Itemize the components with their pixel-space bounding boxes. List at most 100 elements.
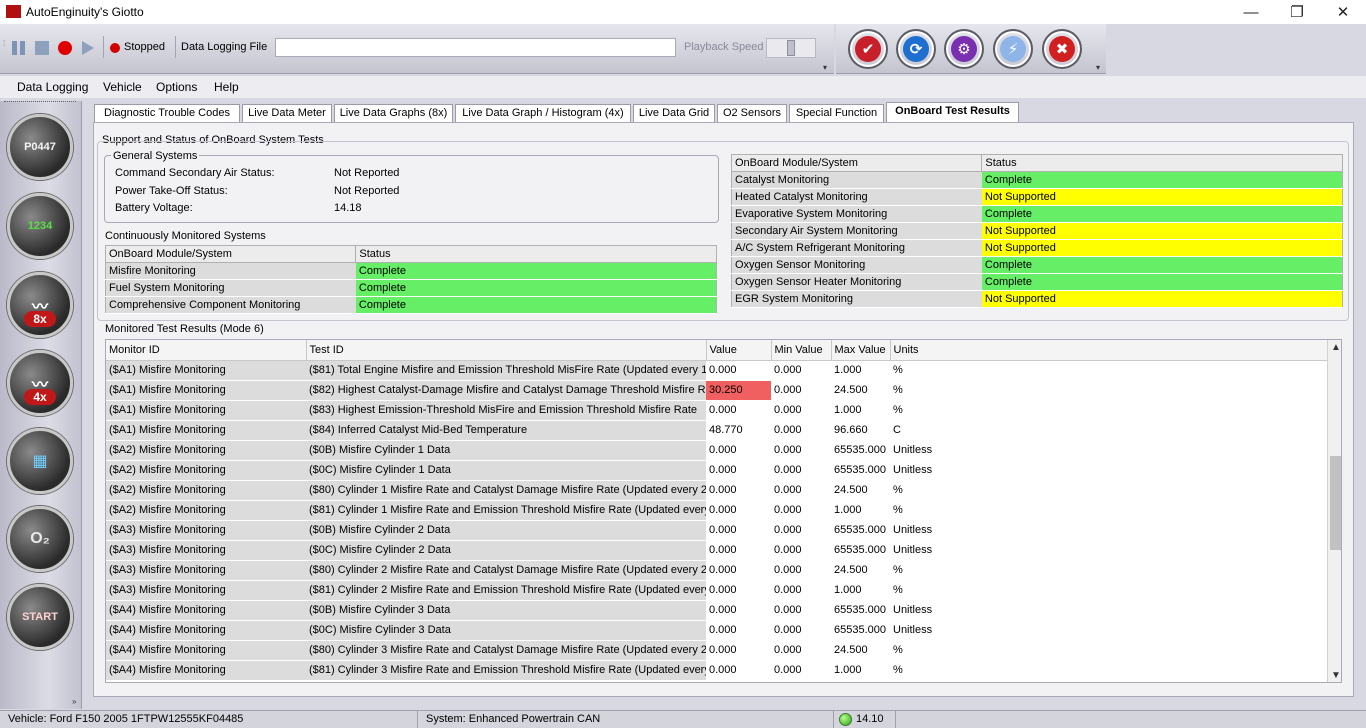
playback-speed-thumb[interactable] [787,40,795,56]
column-header-module[interactable]: OnBoard Module/System [731,154,983,172]
table-row[interactable]: ($A1) Misfire Monitoring ($82) Highest Ca… [106,380,1327,401]
tab-live-data-graphs-8x[interactable]: Live Data Graphs (8x) [334,104,453,122]
tab-special-function[interactable]: Special Function [789,104,884,122]
table-row[interactable]: Fuel System Monitoring Complete [105,279,717,297]
scrollbar-thumb[interactable] [1330,456,1341,550]
table-row[interactable]: Misfire Monitoring Complete [105,262,717,280]
tab-diagnostic-trouble-codes[interactable]: Diagnostic Trouble Codes [94,104,240,122]
table-row[interactable]: ($A4) Misfire Monitoring ($0B) Misfire Cy… [106,600,1327,621]
units-cell: Unitless [890,460,1327,481]
table-row[interactable]: ($A3) Misfire Monitoring ($80) Cylinder 2… [106,560,1327,581]
results-scrollbar[interactable]: ▲ ▼ [1327,340,1341,682]
play-icon[interactable] [82,41,94,55]
live-data-grid-button[interactable]: ▦ [7,428,73,494]
table-row[interactable]: ($A1) Misfire Monitoring ($83) Highest Em… [106,400,1327,421]
status-cell: Complete [355,262,717,280]
table-row[interactable]: ($A3) Misfire Monitoring ($0C) Misfire Cy… [106,540,1327,561]
scroll-up-icon[interactable]: ▲ [1331,342,1341,353]
table-row[interactable]: Comprehensive Component Monitoring Comple… [105,296,717,314]
scroll-down-icon[interactable]: ▼ [1331,670,1341,681]
tab-live-data-grid[interactable]: Live Data Grid [633,104,715,122]
stop-icon[interactable] [35,41,49,55]
graph-4x-button[interactable]: 〰 4x [7,350,73,416]
min-value-cell: 0.000 [771,360,831,381]
vehicle-status: Vehicle: Ford F150 2005 1FTPW12555KF0448… [0,711,418,728]
dtc-button[interactable]: P0447 [7,114,73,180]
min-value-cell: 0.000 [771,640,831,661]
table-row[interactable]: ($A2) Misfire Monitoring ($0B) Misfire Cy… [106,440,1327,461]
check-button[interactable]: ✔ [848,29,888,69]
disconnect-button[interactable]: ⚡ [993,29,1033,69]
column-header-test-id[interactable]: Test ID [306,340,707,361]
min-value-cell: 0.000 [771,420,831,441]
column-header-max-value[interactable]: Max Value [831,340,891,361]
column-header-status[interactable]: Status [355,245,717,263]
playback-speed-slider[interactable] [766,38,816,58]
menu-bar [0,76,1366,98]
max-value-cell: 65535.000 [831,600,890,621]
engine-button[interactable]: ⚙ [944,29,984,69]
toolbar-grip-icon[interactable]: ⁞ [3,40,11,48]
table-row[interactable]: A/C System Refrigerant Monitoring Not Sup… [731,239,1343,257]
tab-live-data-graph-histogram-4x[interactable]: Live Data Graph / Histogram (4x) [455,104,631,122]
minimize-button[interactable]: — [1228,0,1274,24]
table-row[interactable]: Evaporative System Monitoring Complete [731,205,1343,223]
graph-8x-button[interactable]: 〰 8x [7,272,73,338]
menu-vehicle[interactable]: Vehicle [103,80,142,94]
table-row[interactable]: Secondary Air System Monitoring Not Suppo… [731,222,1343,240]
table-row[interactable]: ($A1) Misfire Monitoring ($84) Inferred C… [106,420,1327,441]
table-row[interactable]: Heated Catalyst Monitoring Not Supported [731,188,1343,206]
live-data-meter-button[interactable]: 1234 [7,193,73,259]
min-value-cell: 0.000 [771,500,831,521]
table-row[interactable]: Oxygen Sensor Heater Monitoring Complete [731,273,1343,291]
data-logging-file-input[interactable] [275,38,676,57]
pause-icon[interactable] [12,41,26,55]
column-header-min-value[interactable]: Min Value [771,340,832,361]
column-header-status[interactable]: Status [981,154,1343,172]
units-cell: Unitless [890,540,1327,561]
table-row[interactable]: EGR System Monitoring Not Supported [731,290,1343,308]
table-row[interactable]: Oxygen Sensor Monitoring Complete [731,256,1343,274]
tab-live-data-meter[interactable]: Live Data Meter [242,104,332,122]
menu-data-logging[interactable]: Data Logging [17,80,88,94]
module-name: A/C System Refrigerant Monitoring [731,239,982,257]
table-row[interactable]: ($A4) Misfire Monitoring ($81) Cylinder 3… [106,660,1327,681]
module-name: Misfire Monitoring [105,262,356,280]
max-value-cell: 24.500 [831,380,890,401]
table-row[interactable]: ($A2) Misfire Monitoring ($0C) Misfire Cy… [106,460,1327,481]
tab-onboard-test-results[interactable]: OnBoard Test Results [886,102,1019,123]
record-icon[interactable] [58,41,72,55]
restore-button[interactable]: ❐ [1274,0,1320,24]
refresh-button[interactable]: ⟳ [896,29,936,69]
sidebar-expand-icon[interactable]: » [72,698,80,706]
table-row[interactable]: ($A1) Misfire Monitoring ($81) Total Engi… [106,360,1327,381]
toolbar-overflow-icon[interactable]: ▾ [823,64,831,72]
column-header-units[interactable]: Units [890,340,1328,361]
tab-o2-sensors[interactable]: O2 Sensors [717,104,787,122]
exit-button[interactable]: ✖ [1042,29,1082,69]
column-header-monitor-id[interactable]: Monitor ID [106,340,307,361]
sidebar-grip-icon[interactable] [4,101,76,104]
column-header-module[interactable]: OnBoard Module/System [105,245,357,263]
units-cell: % [890,660,1327,681]
table-row[interactable]: ($A2) Misfire Monitoring ($81) Cylinder 1… [106,500,1327,521]
value-cell: 0.000 [706,560,771,581]
special-function-button[interactable]: START [7,584,73,650]
menu-help[interactable]: Help [214,80,239,94]
close-button[interactable]: ✕ [1320,0,1366,24]
o2-sensor-button[interactable]: O₂ [7,506,73,572]
column-header-value[interactable]: Value [706,340,772,361]
table-row[interactable]: ($A4) Misfire Monitoring ($0C) Misfire Cy… [106,620,1327,641]
table-row[interactable]: ($A3) Misfire Monitoring ($0B) Misfire Cy… [106,520,1327,541]
min-value-cell: 0.000 [771,520,831,541]
monitor-id-cell: ($A4) Misfire Monitoring [106,640,306,661]
table-row[interactable]: ($A3) Misfire Monitoring ($81) Cylinder 2… [106,580,1327,601]
power-takeoff-status-value: Not Reported [334,185,400,197]
table-row[interactable]: ($A4) Misfire Monitoring ($80) Cylinder 3… [106,640,1327,661]
table-row[interactable]: Catalyst Monitoring Complete [731,171,1343,189]
toolbar-overflow-icon[interactable]: ▾ [1096,64,1104,72]
table-row[interactable]: ($A2) Misfire Monitoring ($80) Cylinder 1… [106,480,1327,501]
test-id-cell: ($80) Cylinder 2 Misfire Rate and Cataly… [306,560,706,581]
menu-options[interactable]: Options [156,80,197,94]
multiplier-badge: 4x [24,389,56,405]
